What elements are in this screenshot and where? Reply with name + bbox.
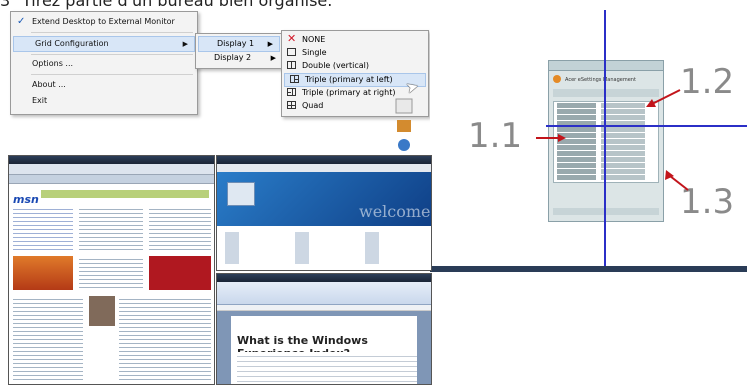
window-titlebar [217,274,431,282]
submenu-arrow-icon: ▶ [267,40,273,48]
page-heading: 3 Tirez partie d'un bureau bien organisé. [0,0,332,10]
display-submenu: Display 1 ▶ Display 2 ▶ [195,33,283,69]
computer-icon [227,182,255,206]
menu-item-label: Double (vertical) [302,61,369,70]
menu-item-display-2[interactable]: Display 2 ▶ [196,51,282,65]
menu-item-label: Grid Configuration [35,39,109,48]
menu-item-label: Display 2 [214,53,252,62]
menu-item-grid-configuration[interactable]: Grid Configuration ▶ [13,36,195,52]
side-column [149,206,211,252]
welcome-text: welcome [359,202,431,221]
menu-item-layout-single[interactable]: Single [282,47,428,59]
browser-toolbar [9,164,214,175]
welcome-center-screenshot: welcome [216,155,432,271]
none-x-icon: ✕ [287,32,297,45]
menu-item-extend-desktop[interactable]: ✓ Extend Desktop to External Monitor [11,15,197,29]
heading-text: Tirez partie d'un bureau bien organisé. [22,0,333,10]
document-screenshot: What is the Windows Experience Index? [216,273,432,385]
menu-item-label: Exit [32,96,48,105]
submenu-arrow-icon: ▶ [270,54,276,62]
arrow-1-1-head [558,134,566,142]
link-list [13,206,73,252]
arrow-1-3 [669,175,689,191]
triple-left-icon [290,75,299,83]
quad-icon [287,101,296,109]
window-titlebar [9,156,214,164]
menu-item-exit[interactable]: Exit [11,94,197,108]
msn-logo: msn [13,193,39,206]
menu-item-label: Single [302,48,327,57]
grid-diagram: Acer eSettings Management 1.1 1.2 1.3 [430,10,747,272]
browser-screenshot: msn [8,155,215,385]
menu-item-label: Quad [302,101,324,110]
triple-right-icon [287,88,296,96]
menu-item-layout-none[interactable]: ✕ NONE [282,32,428,46]
desktop-icons-strip [394,95,414,155]
menu-separator [31,32,193,33]
address-bar [9,175,214,184]
menu-separator [31,74,193,75]
ribbon [217,282,431,305]
menu-bar [217,164,431,172]
menu-item-about[interactable]: About ... [11,78,197,92]
single-icon [287,48,296,56]
menu-item-label: Extend Desktop to External Monitor [32,17,175,26]
menu-item-label: NONE [302,35,326,44]
story-text [79,256,143,290]
menu-item-label: Triple (primary at right) [302,88,396,97]
menu-item-label: Options ... [32,59,74,68]
search-bar [41,190,209,198]
menu-item-label: Triple (primary at left) [305,75,393,84]
tasks-grid [225,232,423,264]
menu-separator [31,54,193,55]
menu-item-display-1[interactable]: Display 1 ▶ [198,36,280,52]
menu-item-label: Display 1 [217,39,255,48]
heading-number: 3 [0,0,11,10]
ad-banner [149,256,211,290]
bottom-text [119,296,211,380]
bottom-links [13,296,83,380]
news-column [79,206,143,252]
person-photo [89,296,115,326]
menu-item-options[interactable]: Options ... [11,57,197,71]
menu-item-label: About ... [32,80,66,89]
context-menu: ✓ Extend Desktop to External Monitor Gri… [10,11,198,115]
diagram-arrows [536,89,689,191]
window-titlebar [217,156,431,164]
checkmark-icon: ✓ [17,16,26,27]
menu-item-layout-double-vertical[interactable]: Double (vertical) [282,60,428,72]
document-text [237,352,417,382]
arrow-1-2 [651,89,681,105]
double-vertical-icon [287,61,296,69]
submenu-arrow-icon: ▶ [182,40,188,48]
promo-image [13,256,73,290]
